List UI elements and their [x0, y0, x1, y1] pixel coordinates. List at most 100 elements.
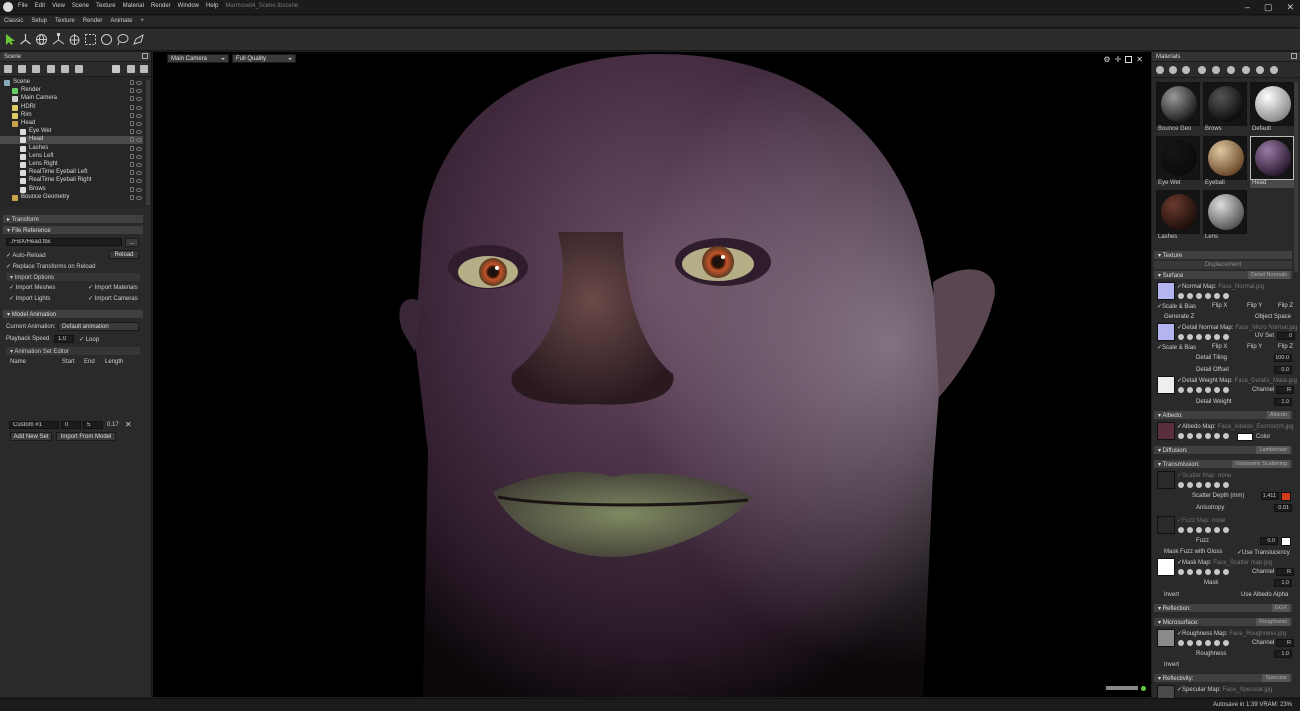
- texture-tool-icon[interactable]: [1187, 334, 1193, 340]
- import-cameras-checkbox[interactable]: ✓ Import Cameras: [88, 295, 138, 302]
- add-group-icon[interactable]: [61, 65, 69, 73]
- fuzz-input[interactable]: 0.0: [1260, 537, 1278, 545]
- texture-tool-icon[interactable]: [1205, 482, 1211, 488]
- file-path-field[interactable]: ./FBX/Head.fbx: [6, 238, 122, 246]
- visibility-eye-icon[interactable]: [136, 179, 142, 184]
- viewport[interactable]: Main Camera Full Quality ⚙ ✛ ✕: [153, 52, 1151, 697]
- material-thumbnail[interactable]: [1203, 82, 1247, 126]
- lock-icon[interactable]: [130, 80, 134, 85]
- surface-section-type-dropdown[interactable]: Detail Normals: [1247, 271, 1290, 279]
- lock-icon[interactable]: [130, 121, 134, 126]
- roughness-thumbnail[interactable]: [1157, 629, 1175, 647]
- texture-tool-icon[interactable]: [1223, 293, 1229, 299]
- playback-speed-input[interactable]: 1.0: [54, 335, 74, 343]
- import-from-model-button[interactable]: Import From Model: [56, 432, 116, 441]
- texture-tool-icon[interactable]: [1178, 387, 1184, 393]
- texture-tool-icon[interactable]: [1214, 293, 1220, 299]
- detail-normal-slot[interactable]: ✓Detail Normal Map: Face_Micro Normal.jpg: [1177, 324, 1297, 331]
- roughness-input[interactable]: 1.0: [1274, 650, 1292, 658]
- scene-tree-item[interactable]: Head: [0, 136, 143, 145]
- albedo-section[interactable]: ▾ Albedo: Albedo: [1154, 411, 1292, 419]
- texture-section[interactable]: ▾ Texture: [1154, 251, 1292, 259]
- trash-icon[interactable]: [140, 65, 148, 73]
- visibility-eye-icon[interactable]: [136, 97, 142, 102]
- normal-map-thumbnail[interactable]: [1157, 282, 1175, 300]
- menu-scene[interactable]: Scene: [72, 3, 89, 9]
- add-bulb-icon[interactable]: [18, 65, 26, 73]
- anim-start-input[interactable]: 0: [61, 421, 81, 429]
- replace-transforms-checkbox[interactable]: ✓ Replace Transforms on Reload: [6, 263, 95, 270]
- lock-icon[interactable]: [130, 96, 134, 102]
- loop-checkbox[interactable]: ✓ Loop: [79, 336, 99, 343]
- scene-tree-item[interactable]: RealTime Eyeball Right: [0, 177, 143, 185]
- normal-map-slot[interactable]: ✓Normal Map: Face_Normal.jpg: [1177, 283, 1264, 290]
- anisotropy-input[interactable]: 0.01: [1274, 504, 1292, 512]
- detail-offset-input[interactable]: 0.0: [1274, 366, 1292, 374]
- texture-tool-icon[interactable]: [1178, 527, 1184, 533]
- lock-icon[interactable]: [130, 137, 134, 143]
- texture-tool-icon[interactable]: [1223, 482, 1229, 488]
- texture-tool-icon[interactable]: [1178, 433, 1184, 439]
- texture-tool-icon[interactable]: [1196, 387, 1202, 393]
- transmission-section-type-dropdown[interactable]: Volumetric Scattering: [1232, 460, 1290, 468]
- tab-texture[interactable]: Texture: [51, 16, 79, 26]
- texture-tool-icon[interactable]: [1178, 482, 1184, 488]
- visibility-eye-icon[interactable]: [136, 187, 142, 192]
- maximize-icon[interactable]: ▢: [1264, 2, 1273, 13]
- lock-icon[interactable]: [130, 178, 134, 184]
- texture-tool-icon[interactable]: [1187, 569, 1193, 575]
- fuzz-map-slot[interactable]: ✓Fuzz Map: none: [1177, 517, 1225, 524]
- texture-tool-icon[interactable]: [1205, 334, 1211, 340]
- scene-tree-item[interactable]: Lashes: [0, 145, 143, 153]
- file-reference-section[interactable]: ▾ File Reference: [3, 226, 143, 234]
- visibility-eye-icon[interactable]: [136, 89, 142, 94]
- rect-select-icon[interactable]: [84, 33, 97, 46]
- texture-tool-icon[interactable]: [1187, 387, 1193, 393]
- minimize-icon[interactable]: –: [1245, 2, 1250, 13]
- scene-tree-item[interactable]: Brows: [0, 186, 143, 194]
- tab-classic[interactable]: Classic: [0, 16, 27, 26]
- menu-render[interactable]: Render: [151, 3, 171, 9]
- texture-tool-icon[interactable]: [1187, 640, 1193, 646]
- material-thumbnail[interactable]: [1250, 136, 1294, 180]
- add-camera-icon[interactable]: [32, 65, 40, 73]
- texture-tool-icon[interactable]: [1187, 433, 1193, 439]
- diffusion-section[interactable]: ▾ Diffusion: Lambertian: [1154, 446, 1292, 454]
- tab-add[interactable]: +: [136, 16, 148, 26]
- reload-button[interactable]: Reload: [109, 250, 139, 259]
- texture-tool-icon[interactable]: [1223, 569, 1229, 575]
- material-pick-icon[interactable]: [1256, 66, 1264, 74]
- material-thumbnail[interactable]: [1250, 82, 1294, 126]
- material-settings-icon[interactable]: [1242, 66, 1250, 74]
- detail-normal-thumbnail[interactable]: [1157, 323, 1175, 341]
- texture-tool-icon[interactable]: [1214, 527, 1220, 533]
- detail-weight-slot[interactable]: ✓Detail Weight Map: Face_Details_Mask.jpg: [1177, 377, 1297, 384]
- tab-animate[interactable]: Animate: [106, 16, 136, 26]
- lock-icon[interactable]: [130, 88, 134, 94]
- material-thumbnail[interactable]: [1156, 82, 1200, 126]
- auto-reload-checkbox[interactable]: ✓ Auto-Reload: [6, 252, 46, 259]
- visibility-eye-icon[interactable]: [136, 122, 142, 126]
- scene-tree-item[interactable]: Render: [0, 87, 143, 95]
- texture-tool-icon[interactable]: [1178, 640, 1184, 646]
- scatter-map-thumbnail[interactable]: [1157, 471, 1175, 489]
- texture-tool-icon[interactable]: [1205, 640, 1211, 646]
- select-arrow-icon[interactable]: [4, 33, 17, 46]
- scale-gizmo-icon[interactable]: [52, 33, 65, 46]
- lock-icon[interactable]: [130, 112, 134, 118]
- folder-icon[interactable]: [112, 65, 120, 73]
- browse-button[interactable]: ...: [125, 238, 139, 247]
- scene-tree-scrollbar[interactable]: [146, 80, 150, 205]
- menu-material[interactable]: Material: [123, 3, 144, 9]
- texture-tool-icon[interactable]: [1223, 334, 1229, 340]
- diffusion-section-type-dropdown[interactable]: Lambertian: [1256, 446, 1290, 454]
- mask-channel-select[interactable]: R: [1276, 568, 1294, 576]
- lasso-select-icon[interactable]: [116, 33, 129, 46]
- import-lights-checkbox[interactable]: ✓ Import Lights: [9, 295, 50, 302]
- paint-select-icon[interactable]: [132, 33, 145, 46]
- albedo-thumbnail[interactable]: [1157, 422, 1175, 440]
- scene-tree-item[interactable]: Head: [0, 120, 143, 128]
- import-options-section[interactable]: ▾ Import Options: [6, 273, 140, 281]
- texture-tool-icon[interactable]: [1196, 433, 1202, 439]
- duplicate-material-icon[interactable]: [1169, 66, 1177, 74]
